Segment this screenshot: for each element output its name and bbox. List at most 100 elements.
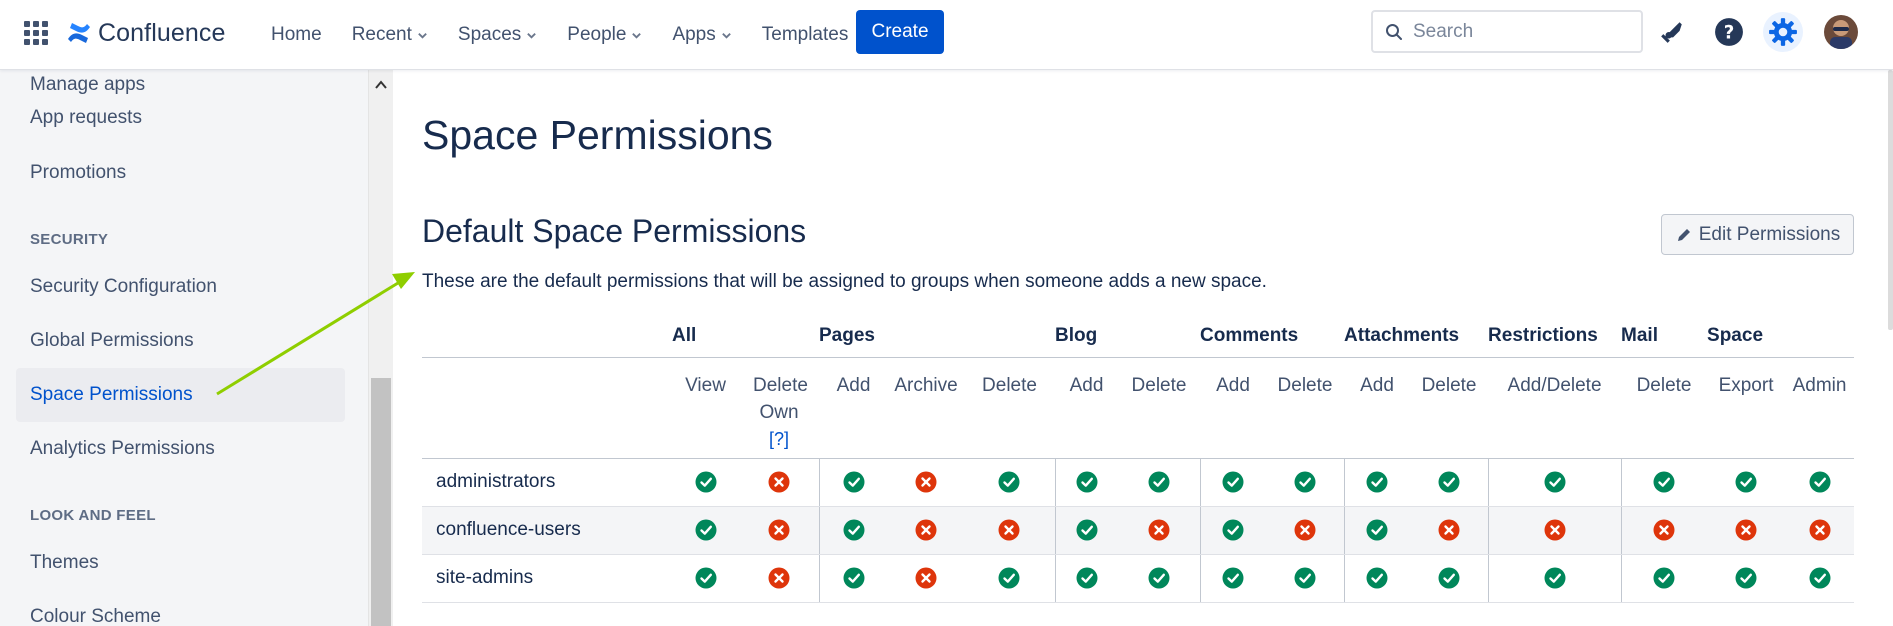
scroll-up-icon[interactable] bbox=[374, 78, 388, 92]
permission-cell bbox=[1266, 554, 1345, 603]
sidebar-item-space-permissions[interactable]: Space Permissions bbox=[16, 368, 345, 422]
column-header: Delete bbox=[1410, 357, 1489, 459]
sidebar-item-themes[interactable]: Themes bbox=[16, 536, 345, 590]
nav-item-apps[interactable]: Apps bbox=[672, 24, 731, 46]
nav-item-people[interactable]: People bbox=[567, 24, 642, 46]
sidebar-item-analytics-permissions[interactable]: Analytics Permissions bbox=[16, 422, 345, 476]
permission-cell bbox=[1410, 458, 1489, 507]
sidebar-item-security-configuration[interactable]: Security Configuration bbox=[16, 260, 345, 314]
nav-item-label: People bbox=[567, 24, 627, 45]
sidebar-scroll-thumb[interactable] bbox=[371, 378, 391, 626]
column-header: Archive bbox=[888, 357, 964, 459]
permission-denied-icon bbox=[915, 471, 937, 493]
column-header-label: Add bbox=[1360, 374, 1394, 396]
pencil-icon bbox=[1677, 228, 1690, 241]
svg-text:?: ? bbox=[1724, 22, 1735, 43]
permission-cell bbox=[964, 554, 1056, 603]
nav-item-spaces[interactable]: Spaces bbox=[458, 24, 537, 46]
column-header: Delete bbox=[964, 357, 1056, 459]
column-header-label: Archive bbox=[894, 374, 958, 396]
column-header-blank bbox=[422, 357, 672, 459]
permission-granted-icon bbox=[695, 471, 716, 493]
search-box[interactable] bbox=[1371, 10, 1643, 53]
group-name: administrators bbox=[422, 458, 672, 507]
permission-denied-icon bbox=[1148, 519, 1170, 541]
permission-cell bbox=[1620, 458, 1708, 507]
permission-granted-icon bbox=[843, 471, 865, 493]
table-row: site-admins bbox=[422, 554, 1855, 603]
permission-cell bbox=[1054, 458, 1119, 507]
permission-denied-icon bbox=[1438, 519, 1460, 541]
permission-denied-icon bbox=[1735, 519, 1757, 541]
permissions-table: All Pages Blog Comments Attachments Restricti… bbox=[422, 315, 1855, 603]
permission-granted-icon bbox=[1076, 519, 1098, 541]
group-header-attachments: Attachments bbox=[1344, 315, 1489, 358]
column-header-label: Admin bbox=[1792, 374, 1847, 396]
permission-granted-icon bbox=[1222, 519, 1244, 541]
permission-granted-icon bbox=[695, 519, 716, 541]
permission-denied-icon bbox=[1544, 519, 1566, 541]
column-header: Add bbox=[819, 357, 888, 459]
permission-denied-icon bbox=[1809, 519, 1831, 541]
group-header-mail: Mail bbox=[1621, 315, 1708, 358]
table-row: administrators bbox=[422, 458, 1855, 507]
column-header: Admin bbox=[1785, 357, 1855, 459]
column-header: Delete Own [?] bbox=[739, 357, 819, 459]
permission-cell bbox=[888, 506, 964, 555]
permission-granted-icon bbox=[695, 567, 716, 589]
column-header-label: Delete Own bbox=[753, 374, 808, 423]
delete-own-help-link[interactable]: [?] bbox=[769, 429, 789, 449]
group-header-restrictions: Restrictions bbox=[1488, 315, 1622, 358]
permission-granted-icon bbox=[1366, 519, 1388, 541]
column-header: Add bbox=[1344, 357, 1411, 459]
nav-item-templates[interactable]: Templates bbox=[762, 24, 849, 46]
help-icon[interactable]: ? bbox=[1712, 15, 1746, 49]
search-icon bbox=[1386, 23, 1402, 40]
permission-granted-icon bbox=[1294, 471, 1316, 493]
permission-cell bbox=[739, 506, 819, 555]
sidebar-item-colour-scheme[interactable]: Colour Scheme bbox=[16, 590, 345, 626]
permission-granted-icon bbox=[1735, 567, 1757, 589]
nav-item-recent[interactable]: Recent bbox=[352, 24, 428, 46]
chevron-down-icon bbox=[632, 32, 642, 39]
edit-permissions-label: Edit Permissions bbox=[1698, 223, 1841, 245]
nav-item-home[interactable]: Home bbox=[271, 24, 322, 46]
section-description: These are the default permissions that w… bbox=[422, 271, 1267, 292]
permission-cell bbox=[1118, 458, 1201, 507]
sidebar-heading-security: SECURITY bbox=[30, 231, 109, 248]
sidebar-item-app-requests[interactable]: App requests bbox=[16, 91, 345, 145]
nav-item-label: Apps bbox=[672, 24, 716, 45]
permission-cell bbox=[672, 506, 739, 555]
create-button[interactable]: Create bbox=[856, 10, 944, 54]
column-header: Delete bbox=[1621, 357, 1708, 459]
permission-cell bbox=[1707, 554, 1786, 603]
page-scrollbar[interactable] bbox=[1888, 70, 1893, 330]
permission-cell bbox=[1266, 458, 1345, 507]
nav-item-label: Recent bbox=[351, 24, 412, 45]
permission-denied-icon bbox=[915, 567, 937, 589]
notifications-icon[interactable] bbox=[1655, 15, 1689, 49]
table-row: confluence-users bbox=[422, 506, 1855, 555]
permission-granted-icon bbox=[1148, 567, 1170, 589]
app-switcher-icon[interactable] bbox=[24, 21, 48, 45]
confluence-logo[interactable]: Confluence bbox=[66, 15, 225, 51]
permission-granted-icon bbox=[998, 567, 1020, 589]
settings-icon[interactable] bbox=[1763, 12, 1803, 52]
permission-cell bbox=[1199, 506, 1267, 555]
column-header: Delete bbox=[1118, 357, 1201, 459]
section-title: Default Space Permissions bbox=[422, 213, 807, 249]
search-input[interactable] bbox=[1413, 20, 1633, 43]
column-header-label: View bbox=[685, 374, 726, 396]
permission-granted-icon bbox=[1544, 567, 1566, 589]
permission-cell bbox=[888, 554, 964, 603]
user-avatar[interactable] bbox=[1824, 15, 1858, 49]
permission-cell bbox=[1410, 554, 1489, 603]
edit-permissions-button[interactable]: Edit Permissions bbox=[1661, 214, 1854, 255]
permission-cell bbox=[818, 506, 888, 555]
permission-granted-icon bbox=[1366, 567, 1388, 589]
permission-granted-icon bbox=[1366, 471, 1388, 493]
sidebar-item-promotions[interactable]: Promotions bbox=[16, 146, 345, 200]
permission-denied-icon bbox=[768, 567, 790, 589]
permission-cell bbox=[672, 554, 739, 603]
sidebar-item-global-permissions[interactable]: Global Permissions bbox=[16, 314, 345, 368]
